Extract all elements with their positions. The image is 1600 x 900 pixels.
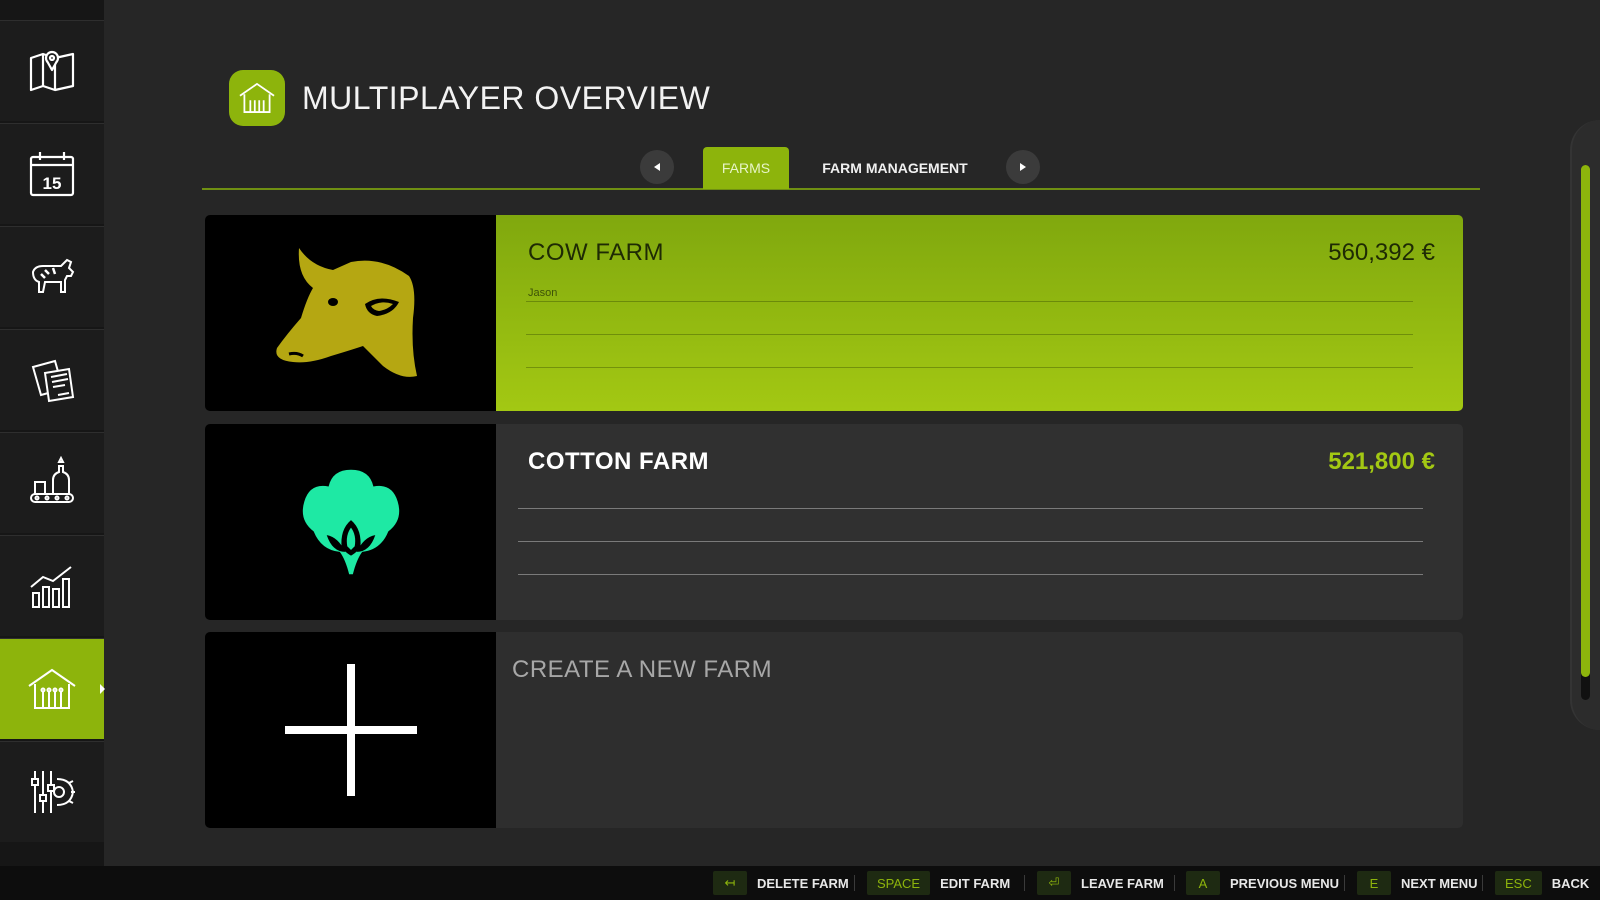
- farm-details: COTTON FARM 521,800 €: [496, 424, 1463, 620]
- member-slot-divider: [518, 541, 1423, 542]
- hint-label: NEXT MENU: [1401, 875, 1478, 891]
- sidebar: 15: [0, 0, 105, 866]
- hint-label: LEAVE FARM: [1081, 875, 1164, 891]
- member-slot-divider: [518, 508, 1423, 509]
- farm-money: 560,392 €: [1328, 239, 1435, 266]
- cow-head-icon: [275, 248, 417, 377]
- settings-icon: [31, 771, 75, 813]
- contracts-icon: [31, 359, 75, 403]
- farm-money: 521,800 €: [1328, 448, 1435, 475]
- sidebar-item-production[interactable]: [0, 432, 104, 533]
- calendar-day: 15: [43, 174, 62, 193]
- farm-member: Jason: [528, 287, 558, 299]
- scrollbar-thumb[interactable]: [1581, 165, 1590, 677]
- tab-next-button[interactable]: [1006, 150, 1040, 184]
- farm-icon-box: [205, 215, 496, 411]
- tab-farm-management[interactable]: FARM MANAGEMENT: [800, 147, 990, 189]
- key-a: A: [1186, 871, 1220, 895]
- farmhouse-icon: [28, 668, 76, 709]
- page-title: MULTIPLAYER OVERVIEW: [302, 80, 711, 116]
- hint-edit-farm[interactable]: SPACE EDIT FARM: [867, 871, 1010, 895]
- map-icon: [29, 50, 75, 92]
- farm-details: COW FARM 560,392 € Jason: [496, 215, 1463, 411]
- hint-delete-farm[interactable]: ↤ DELETE FARM: [713, 871, 849, 895]
- sidebar-item-farms[interactable]: [0, 638, 105, 739]
- farm-icon-box: [205, 632, 496, 828]
- member-slot-divider: [526, 301, 1413, 302]
- farm-card-cotton[interactable]: COTTON FARM 521,800 €: [205, 424, 1463, 620]
- hint-label: BACK: [1551, 875, 1590, 891]
- key-esc: ESC: [1495, 871, 1542, 895]
- sidebar-item-animals[interactable]: [0, 226, 104, 327]
- tab-bar: FARMS FARM MANAGEMENT: [202, 146, 1480, 190]
- sidebar-item-settings[interactable]: [0, 741, 104, 842]
- farm-icon-box: [205, 424, 496, 620]
- statistics-icon: [30, 566, 72, 608]
- farm-name: COTTON FARM: [528, 448, 710, 475]
- create-farm-label: CREATE A NEW FARM: [512, 656, 773, 683]
- hint-leave-farm[interactable]: ⏎ LEAVE FARM: [1037, 871, 1164, 895]
- tab-previous-button[interactable]: [640, 150, 674, 184]
- hint-label: EDIT FARM: [940, 875, 1011, 891]
- plus-icon: [284, 664, 417, 796]
- arrow-right-icon: [1020, 163, 1026, 171]
- sidebar-item-contracts[interactable]: [0, 329, 104, 430]
- footer-hints: ↤ DELETE FARM SPACE EDIT FARM ⏎ LEAVE FA…: [0, 866, 1600, 900]
- member-slot-divider: [526, 367, 1413, 368]
- hint-separator: [1174, 875, 1175, 891]
- key-space: SPACE: [867, 871, 931, 895]
- farmhouse-icon: [239, 82, 275, 113]
- sidebar-item-calendar[interactable]: 15: [0, 123, 104, 224]
- farm-card-cow[interactable]: COW FARM 560,392 € Jason: [205, 215, 1463, 411]
- sidebar-item-map[interactable]: [0, 20, 104, 121]
- hint-label: PREVIOUS MENU: [1230, 875, 1340, 891]
- hint-separator: [1024, 875, 1025, 891]
- tab-farms[interactable]: FARMS: [703, 147, 789, 189]
- arrow-left-icon: [654, 163, 660, 171]
- active-pointer: [100, 684, 105, 694]
- hint-previous-menu[interactable]: A PREVIOUS MENU: [1186, 871, 1339, 895]
- farm-name: COW FARM: [528, 239, 664, 266]
- calendar-icon: 15: [29, 152, 75, 197]
- hint-separator: [854, 875, 855, 891]
- member-slot-divider: [526, 334, 1413, 335]
- production-icon: [30, 456, 74, 503]
- hint-label: DELETE FARM: [757, 875, 849, 891]
- hint-separator: [1344, 875, 1345, 891]
- cotton-icon: [302, 469, 399, 575]
- animals-icon: [31, 258, 75, 293]
- create-farm-card[interactable]: CREATE A NEW FARM: [205, 632, 1463, 828]
- sidebar-item-statistics[interactable]: [0, 535, 104, 636]
- key-enter: ⏎: [1037, 871, 1071, 895]
- hint-separator: [1482, 875, 1483, 891]
- hint-next-menu[interactable]: E NEXT MENU: [1357, 871, 1478, 895]
- farm-details: CREATE A NEW FARM: [496, 632, 1463, 828]
- key-e: E: [1357, 871, 1391, 895]
- key-backspace: ↤: [713, 871, 747, 895]
- hint-back[interactable]: ESC BACK: [1495, 871, 1589, 895]
- member-slot-divider: [518, 574, 1423, 575]
- page-icon: [229, 70, 285, 126]
